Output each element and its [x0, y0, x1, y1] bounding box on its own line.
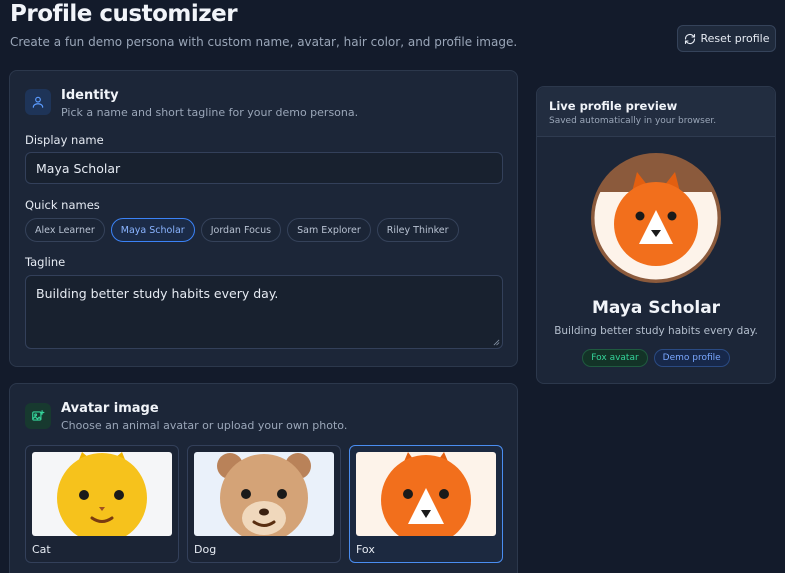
- fox-avatar-image: [356, 452, 496, 536]
- avatar-option-cat[interactable]: Cat: [25, 445, 179, 563]
- page-subtitle: Create a fun demo persona with custom na…: [10, 35, 518, 49]
- quick-name-chip-selected[interactable]: Maya Scholar: [110, 218, 195, 242]
- preview-tagline: Building better study habits every day.: [554, 325, 758, 337]
- preview-subtitle: Saved automatically in your browser.: [549, 116, 717, 126]
- tagline-textarea[interactable]: Building better study habits every day.: [25, 275, 503, 349]
- avatar-description: Choose an animal avatar or upload your o…: [61, 419, 348, 432]
- avatar-title: Avatar image: [61, 401, 159, 416]
- avatar-option-label: Fox: [356, 543, 375, 556]
- avatar-icon-tile: [25, 403, 51, 429]
- avatar-option-fox[interactable]: Fox: [349, 445, 503, 563]
- cat-avatar-image: [32, 452, 172, 536]
- cat-avatar-icon: [57, 452, 147, 536]
- preview-name: Maya Scholar: [591, 298, 721, 318]
- quick-names-list: Alex Learner Maya Scholar Jordan Focus S…: [25, 218, 459, 242]
- quick-name-chip[interactable]: Jordan Focus: [200, 218, 282, 242]
- resize-grip-icon[interactable]: [493, 339, 500, 346]
- avatar-option-label: Cat: [32, 543, 51, 556]
- preview-card: Live profile preview Saved automatically…: [536, 86, 776, 384]
- page-title: Profile customizer: [10, 1, 238, 27]
- avatar-card: Avatar image Choose an animal avatar or …: [9, 383, 518, 573]
- refresh-icon: [684, 33, 695, 44]
- display-name-input[interactable]: Maya Scholar: [25, 152, 503, 184]
- quick-name-chip[interactable]: Riley Thinker: [376, 218, 459, 242]
- identity-card: Identity Pick a name and short tagline f…: [9, 70, 518, 367]
- quick-name-chip[interactable]: Sam Explorer: [287, 218, 371, 242]
- identity-description: Pick a name and short tagline for your d…: [61, 106, 359, 119]
- quick-name-chip[interactable]: Alex Learner: [25, 218, 105, 242]
- preview-avatar: [591, 153, 721, 283]
- avatar-option-label: Dog: [194, 543, 217, 556]
- dog-avatar-image: [194, 452, 334, 536]
- dog-avatar-icon: [217, 453, 311, 536]
- preview-title: Live profile preview: [549, 99, 678, 113]
- identity-icon-tile: [25, 89, 51, 115]
- display-name-label: Display name: [25, 133, 104, 147]
- display-name-value: Maya Scholar: [36, 160, 121, 176]
- user-icon: [32, 96, 44, 108]
- avatar-option-dog[interactable]: Dog: [187, 445, 341, 563]
- fox-avatar-icon: [381, 452, 471, 536]
- identity-title: Identity: [61, 88, 119, 103]
- avatar-options: Cat Dog Fox: [25, 445, 503, 563]
- quick-names-label: Quick names: [25, 198, 100, 212]
- demo-profile-badge: Demo profile: [653, 349, 730, 367]
- image-plus-icon: [32, 410, 45, 421]
- avatar-type-badge: Fox avatar: [582, 349, 648, 367]
- tagline-label: Tagline: [25, 255, 66, 269]
- preview-badges: Fox avatar Demo profile: [537, 349, 775, 367]
- tagline-value: Building better study habits every day.: [36, 286, 279, 301]
- reset-profile-button[interactable]: Reset profile: [677, 25, 776, 52]
- reset-profile-label: Reset profile: [700, 32, 770, 45]
- preview-header: Live profile preview Saved automatically…: [537, 87, 775, 137]
